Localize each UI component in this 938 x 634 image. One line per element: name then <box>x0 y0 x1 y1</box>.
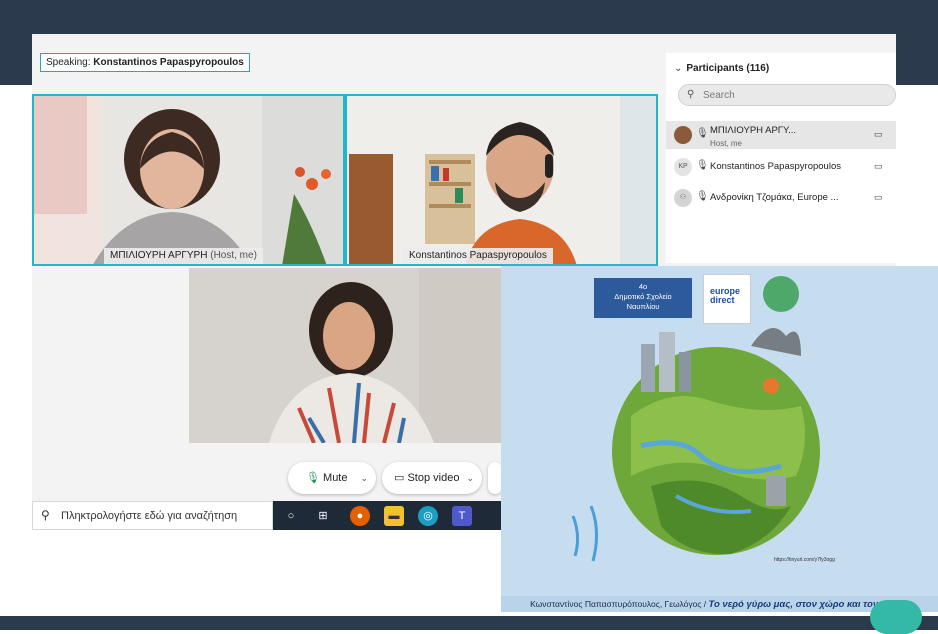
taskbar-search[interactable]: ⚲ Πληκτρολογήστε εδώ για αναζήτηση <box>32 501 273 530</box>
host-name-tag: ΜΠΙΛΙΟΥΡΗ ΑΡΓΥΡΗ (Host, me) <box>104 248 263 264</box>
participant-video-feed <box>189 268 501 443</box>
host-name: ΜΠΙΛΙΟΥΡΗ ΑΡΓΥΡΗ <box>110 250 208 261</box>
video-tile-participant[interactable] <box>189 268 501 443</box>
participant-name: Konstantinos Papaspyropoulos <box>710 161 841 172</box>
participant-role: Host, me <box>710 139 743 148</box>
participants-search[interactable]: ⚲ Search <box>678 84 896 106</box>
firefox-icon[interactable]: ● <box>350 506 370 526</box>
task-view-icon[interactable]: ⊞ <box>313 506 333 526</box>
search-icon: ⚲ <box>41 508 50 522</box>
camera-icon[interactable]: ▭ <box>874 192 883 203</box>
camera-icon[interactable]: ▭ <box>874 161 883 172</box>
caption-author: Κωνσταντίνος Παπασπυρόπουλος, Γεωλόγος / <box>530 599 707 609</box>
participant-row[interactable]: KP 🎙︎ Konstantinos Papaspyropoulos ▭ <box>666 153 896 181</box>
chevron-down-icon[interactable]: ⌄ <box>466 462 474 494</box>
participant-name: Ανδρονίκη Τζομάκα, Europe ... <box>710 192 839 203</box>
taskbar: ⚲ Πληκτρολογήστε εδώ για αναζήτηση ○ ⊞ ●… <box>32 501 501 530</box>
webex-icon[interactable]: ◎ <box>418 506 438 526</box>
accent-shape <box>870 600 922 634</box>
window-frame-bottom <box>0 616 938 630</box>
globe-illustration <box>571 328 820 562</box>
mute-label: Mute <box>323 472 348 484</box>
speaker-name-tag: Konstantinos Papaspyropoulos <box>403 248 553 264</box>
search-input[interactable]: Search <box>703 90 735 101</box>
taskbar-search-input[interactable]: Πληκτρολογήστε εδώ για αναζήτηση <box>61 510 237 522</box>
participant-name: ΜΠΙΛΙΟΥΡΗ ΑΡΓΥ... <box>710 125 797 136</box>
person-icon: ⚇ <box>674 189 692 207</box>
participant-row[interactable]: ⚇ 🎙︎ Ανδρονίκη Τζομάκα, Europe ... ▭ <box>666 184 896 212</box>
share-button[interactable] <box>488 462 502 494</box>
shared-slide: 4ο Δημοτικό Σχολείο Ναυπλίου europe dire… <box>501 266 938 612</box>
stop-video-button[interactable]: ▭ Stop video ⌄ <box>382 462 482 494</box>
speaking-indicator: Speaking: Konstantinos Papaspyropoulos <box>40 53 250 72</box>
microphone-icon[interactable]: 🎙︎ <box>696 160 709 171</box>
chevron-down-icon[interactable]: ⌄ <box>674 63 682 74</box>
slide-url: https://tinyurl.com/y7fy3ogg <box>774 557 835 563</box>
speaker-video-feed <box>345 94 658 266</box>
microphone-icon[interactable]: 🎙︎ <box>696 191 709 202</box>
speaker-name: Konstantinos Papaspyropoulos <box>409 250 547 261</box>
participants-panel: ⌄ Participants (116) ⚲ Search 🎙︎ ΜΠΙΛΙΟΥΡ… <box>666 53 896 263</box>
participant-row[interactable]: 🎙︎ ΜΠΙΛΙΟΥΡΗ ΑΡΓΥ... Host, me ▭ <box>666 121 896 149</box>
camera-icon[interactable]: ▭ <box>874 129 883 140</box>
chevron-down-icon[interactable]: ⌄ <box>360 462 368 494</box>
participants-title: Participants (116) <box>686 63 770 74</box>
participants-header[interactable]: ⌄ Participants (116) <box>674 63 769 74</box>
teams-icon[interactable]: T <box>452 506 472 526</box>
video-tile-speaker[interactable]: Konstantinos Papaspyropoulos <box>345 94 658 266</box>
search-icon: ⚲ <box>687 89 695 100</box>
speaking-name: Konstantinos Papaspyropoulos <box>93 57 244 68</box>
host-video-feed <box>32 94 345 266</box>
cortana-icon[interactable]: ○ <box>281 506 301 526</box>
stop-video-label: Stop video <box>407 472 460 484</box>
avatar <box>674 126 692 144</box>
video-tile-host[interactable]: ΜΠΙΛΙΟΥΡΗ ΑΡΓΥΡΗ (Host, me) <box>32 94 345 266</box>
file-explorer-icon[interactable]: ▬ <box>384 506 404 526</box>
avatar: KP <box>674 158 692 176</box>
mute-button[interactable]: 🎙︎ Mute ⌄ <box>288 462 376 494</box>
microphone-icon[interactable]: 🎙︎ <box>696 128 709 139</box>
microphone-icon: 🎙︎ <box>306 472 320 484</box>
speaking-label: Speaking: <box>46 57 91 68</box>
video-camera-icon: ▭ <box>394 472 405 484</box>
host-suffix: (Host, me) <box>210 250 257 261</box>
